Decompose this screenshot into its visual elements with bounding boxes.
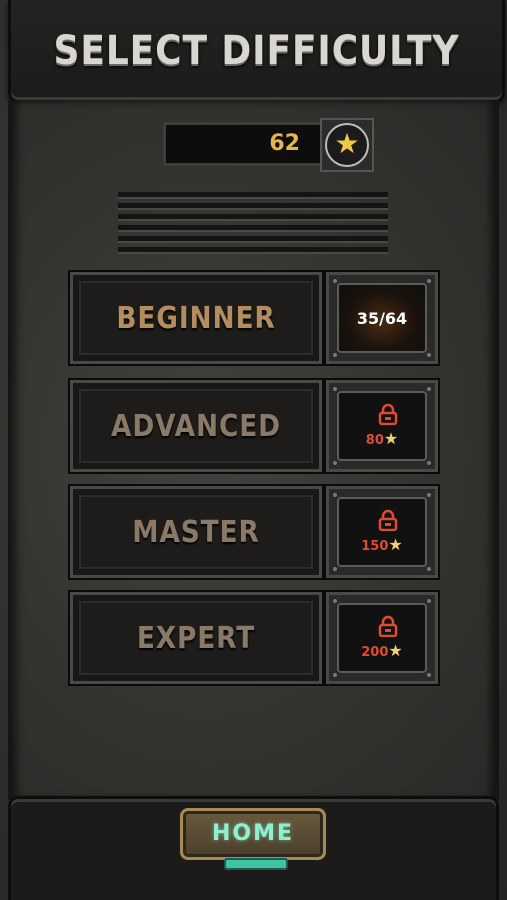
difficulty-label: ADVANCED [111,408,281,444]
progress-box: 35/64 [324,270,440,366]
difficulty-label-panel: BEGINNER [68,270,324,366]
star-icon: ★ [325,123,369,167]
difficulty-master-button[interactable]: MASTER 150★ [68,484,440,580]
difficulty-label: BEGINNER [116,300,276,336]
cost-value: 80 [365,433,384,448]
star-counter: 62 [163,122,323,166]
difficulty-label: MASTER [132,514,260,550]
lock-box: 80★ [324,378,440,474]
home-label: HOME [211,821,295,846]
difficulty-label-panel: MASTER [68,484,324,580]
lock-icon [378,403,398,425]
header-bar: SELECT DIFFICULTY [8,0,505,103]
difficulty-advanced-button[interactable]: ADVANCED 80★ [68,378,440,474]
difficulty-beginner-button[interactable]: BEGINNER 35/64 [68,270,440,366]
home-button[interactable]: HOME [180,808,326,860]
unlock-cost: 80★ [339,429,425,448]
lock-box: 150★ [324,484,440,580]
difficulty-label: EXPERT [136,620,256,656]
difficulty-label-panel: ADVANCED [68,378,324,474]
star-badge: ★ [320,118,374,172]
star-icon: ★ [388,535,403,554]
star-count: 62 [269,131,300,156]
cost-value: 150 [361,539,389,554]
cost-value: 200 [361,645,389,660]
progress-text: 35/64 [356,309,408,328]
lock-box: 200★ [324,590,440,686]
lock-icon [378,509,398,531]
difficulty-expert-button[interactable]: EXPERT 200★ [68,590,440,686]
home-indicator [224,858,288,870]
star-icon: ★ [388,641,403,660]
page-title: SELECT DIFFICULTY [53,28,460,74]
star-icon: ★ [383,429,399,448]
unlock-cost: 200★ [339,641,425,660]
unlock-cost: 150★ [339,535,425,554]
lock-icon [378,615,398,637]
vent-grille [118,192,388,256]
difficulty-label-panel: EXPERT [68,590,324,686]
